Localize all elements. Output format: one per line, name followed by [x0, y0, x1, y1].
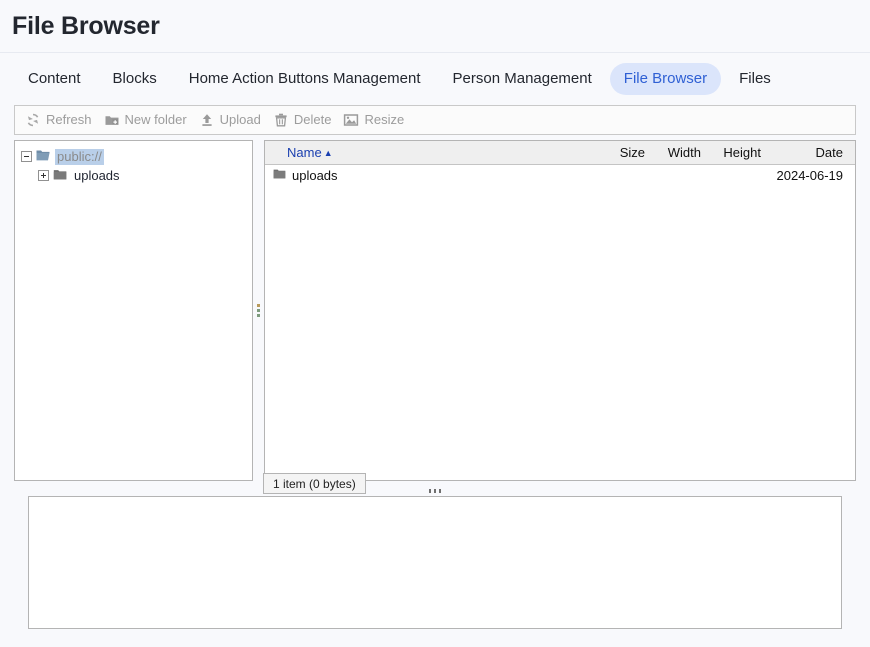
- column-header-name[interactable]: Name ▲: [265, 145, 583, 160]
- file-name-cell: uploads: [265, 168, 583, 183]
- tab-blocks[interactable]: Blocks: [99, 63, 171, 95]
- refresh-icon: [25, 112, 41, 128]
- horizontal-splitter[interactable]: [28, 485, 842, 496]
- tree-expand-toggle-uploads[interactable]: [38, 170, 49, 181]
- column-header-date[interactable]: Date: [761, 145, 855, 160]
- tab-files[interactable]: Files: [725, 63, 785, 95]
- status-bar: 1 item (0 bytes): [263, 473, 366, 494]
- upload-button-label: Upload: [219, 112, 261, 127]
- upload-button[interactable]: Upload: [195, 110, 269, 130]
- column-header-width[interactable]: Width: [645, 145, 701, 160]
- resize-image-icon: [343, 112, 359, 128]
- tab-person-management[interactable]: Person Management: [439, 63, 606, 95]
- preview-pane[interactable]: [28, 496, 842, 629]
- resize-button-label: Resize: [364, 112, 405, 127]
- browser-panes: public:// uploads Name ▲ Size Width Heig…: [14, 140, 856, 494]
- file-list-pane[interactable]: Name ▲ Size Width Height Date uploads 20…: [263, 140, 856, 494]
- new-folder-icon: [104, 112, 120, 128]
- tab-home-action-buttons-management[interactable]: Home Action Buttons Management: [175, 63, 435, 95]
- tree-node-public[interactable]: public://: [21, 147, 248, 166]
- folder-open-icon: [36, 149, 51, 165]
- tree-node-uploads-label: uploads: [74, 167, 120, 183]
- tab-file-browser[interactable]: File Browser: [609, 63, 722, 95]
- tab-bar: Content Blocks Home Action Buttons Manag…: [0, 53, 870, 105]
- file-name-label: uploads: [292, 167, 338, 183]
- column-header-name-label: Name: [287, 145, 322, 160]
- folder-icon: [273, 168, 287, 183]
- table-row[interactable]: uploads 2024-06-19: [265, 165, 855, 185]
- splitter-grip-icon: [429, 488, 441, 493]
- file-browser-widget: Refresh New folder Upload Delete Resize …: [14, 105, 856, 629]
- file-date-cell: 2024-06-19: [776, 167, 844, 183]
- directory-tree-pane[interactable]: public:// uploads: [14, 140, 253, 481]
- new-folder-button[interactable]: New folder: [100, 110, 195, 130]
- delete-button[interactable]: Delete: [269, 110, 340, 130]
- tab-content[interactable]: Content: [14, 63, 95, 95]
- tree-node-uploads[interactable]: uploads: [21, 166, 248, 185]
- sort-ascending-icon: ▲: [323, 148, 333, 158]
- column-header-height[interactable]: Height: [701, 145, 761, 160]
- splitter-grip-icon: [257, 304, 260, 317]
- tree-collapse-toggle-public[interactable]: [21, 151, 32, 162]
- file-list-body: uploads 2024-06-19: [265, 165, 855, 480]
- delete-icon: [273, 112, 289, 128]
- tree-node-public-label: public://: [55, 148, 104, 165]
- resize-button[interactable]: Resize: [339, 110, 412, 130]
- column-header-size[interactable]: Size: [583, 145, 645, 160]
- page-title: File Browser: [12, 12, 160, 40]
- refresh-button-label: Refresh: [46, 112, 92, 127]
- new-folder-button-label: New folder: [124, 112, 187, 127]
- file-browser-toolbar: Refresh New folder Upload Delete Resize: [14, 105, 856, 135]
- upload-icon: [199, 112, 215, 128]
- folder-icon: [53, 168, 68, 184]
- file-list-header: Name ▲ Size Width Height Date: [265, 141, 855, 165]
- vertical-splitter[interactable]: [253, 140, 264, 481]
- delete-button-label: Delete: [293, 112, 332, 127]
- refresh-button[interactable]: Refresh: [21, 110, 100, 130]
- page-header: File Browser: [0, 0, 870, 53]
